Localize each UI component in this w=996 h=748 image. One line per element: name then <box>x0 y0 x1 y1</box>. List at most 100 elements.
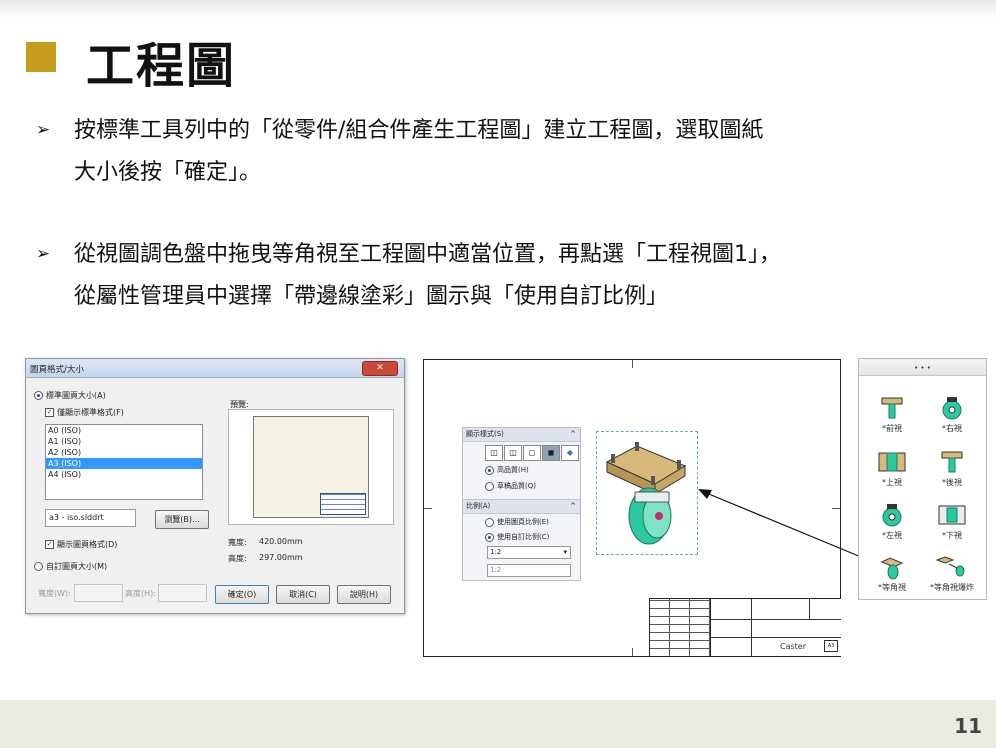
view-label: *左視 <box>882 531 902 540</box>
view-palette: • • • *前視 *右視 *上視 *後視 *左視 *下視 *等角視 *等角視爆… <box>858 358 987 600</box>
left-view-icon <box>882 504 902 527</box>
top-gradient-band <box>0 0 996 18</box>
title-block-main <box>710 599 841 656</box>
view-left[interactable]: *左視 <box>862 502 922 541</box>
bullet-1-line-1: 按標準工具列中的「從零件/組合件產生工程圖」建立工程圖，選取圖紙 <box>74 118 764 143</box>
title-block-part-name: Caster <box>779 642 806 651</box>
width-label: 寬度: <box>228 538 247 547</box>
only-standard-label: 僅顯示標準格式(F) <box>57 408 124 417</box>
view-label: *右視 <box>942 424 962 433</box>
draft-quality-option[interactable]: 草稿品質(Q) <box>485 481 536 491</box>
caster-isometric-icon <box>605 442 687 545</box>
radio-icon <box>485 465 494 475</box>
sheet-size-list[interactable]: A0 (ISO) A1 (ISO) A2 (ISO) A3 (ISO) A4 (… <box>45 424 203 500</box>
close-icon[interactable]: ✕ <box>362 361 398 376</box>
scale-field[interactable]: 1:2 <box>487 564 571 577</box>
browse-button[interactable]: 瀏覽(B)... <box>155 510 209 529</box>
display-style-header[interactable]: 顯示樣式(S) ^ <box>463 428 580 442</box>
standard-size-option[interactable]: 標準圖頁大小(A) <box>34 390 106 401</box>
title-accent-square <box>26 42 56 72</box>
radio-icon <box>485 481 494 491</box>
list-item[interactable]: A2 (ISO) <box>46 447 202 458</box>
width-value: 420.00mm <box>259 537 303 546</box>
scale-title: 比例(A) <box>466 502 491 510</box>
bullet-arrow-icon: ➢ <box>36 244 51 264</box>
use-sheet-scale-option[interactable]: 使用圖頁比例(E) <box>485 517 549 527</box>
only-standard-checkbox[interactable]: ✓ 僅顯示標準格式(F) <box>45 407 124 418</box>
custom-size-option[interactable]: 自訂圖頁大小(M) <box>34 561 107 572</box>
height-value: 297.00mm <box>259 553 303 562</box>
front-view-icon <box>881 397 903 419</box>
page-number: 11 <box>954 714 982 738</box>
list-item[interactable]: A1 (ISO) <box>46 436 202 447</box>
sheet-zone-tick <box>424 508 432 509</box>
use-custom-scale-option[interactable]: 使用自訂比例(C) <box>485 532 549 542</box>
wireframe-style-icon[interactable]: ◫ <box>485 445 503 461</box>
exploded-view-icon <box>935 556 965 577</box>
sheet-zone-tick <box>632 648 633 656</box>
chevron-up-icon[interactable]: ^ <box>570 428 576 441</box>
scale-select[interactable]: 1:2 ▾ <box>487 546 571 559</box>
custom-height-label: 高度(H): <box>125 589 156 598</box>
view-label: *等角視爆炸 <box>930 583 974 592</box>
show-format-checkbox[interactable]: ✓ 顯示圖頁格式(D) <box>45 539 117 550</box>
shaded-with-edges-icon[interactable]: ◼ <box>542 445 560 461</box>
chevron-up-icon[interactable]: ^ <box>570 500 576 513</box>
view-label: *上視 <box>882 478 902 487</box>
view-label: *下視 <box>942 531 962 540</box>
bullet-1: 按標準工具列中的「從零件/組合件產生工程圖」建立工程圖，選取圖紙 大小後按「確定… <box>74 110 974 194</box>
checkmark-icon: ✓ <box>45 408 54 417</box>
bullet-2: 從視圖調色盤中拖曳等角視至工程圖中適當位置，再點選「工程視圖1」， 從屬性管理員… <box>74 234 974 318</box>
view-back[interactable]: *後視 <box>922 449 982 488</box>
sheet-preview <box>228 409 394 525</box>
high-quality-option[interactable]: 高品質(H) <box>485 465 529 475</box>
display-style-title: 顯示樣式(S) <box>466 430 504 438</box>
help-button[interactable]: 說明(H) <box>337 585 391 604</box>
cancel-button[interactable]: 取消(C) <box>276 585 330 604</box>
view-top[interactable]: *上視 <box>862 449 922 488</box>
back-view-icon <box>941 451 963 473</box>
scale-header[interactable]: 比例(A) ^ <box>463 499 580 514</box>
preview-title-block <box>320 493 366 515</box>
bullet-2-line-1: 從視圖調色盤中拖曳等角視至工程圖中適當位置，再點選「工程視圖1」， <box>74 242 781 267</box>
palette-header: • • • <box>859 359 986 376</box>
custom-width-field[interactable] <box>74 584 123 602</box>
shaded-icon[interactable]: ◆ <box>561 445 579 461</box>
dialog-title: 圖頁格式/大小 <box>30 365 84 375</box>
draft-quality-label: 草稿品質(Q) <box>497 482 536 490</box>
bottom-view-icon <box>938 505 966 525</box>
title-block-size: A3 <box>824 640 838 652</box>
view-label: *等角視 <box>878 583 906 592</box>
custom-width-label: 寬度(W): <box>38 589 71 598</box>
view-label: *前視 <box>882 424 902 433</box>
radio-icon <box>34 562 43 571</box>
view-label: *後視 <box>942 478 962 487</box>
view-isometric-exploded[interactable]: *等角視爆炸 <box>922 554 982 593</box>
view-bottom[interactable]: *下視 <box>922 502 982 541</box>
checkmark-icon: ✓ <box>45 540 54 549</box>
hidden-lines-visible-icon[interactable]: ◫ <box>504 445 522 461</box>
list-item[interactable]: A0 (ISO) <box>46 425 202 436</box>
bullet-arrow-icon: ➢ <box>36 120 51 140</box>
high-quality-label: 高品質(H) <box>497 466 529 474</box>
standard-size-label: 標準圖頁大小(A) <box>46 391 106 400</box>
view-isometric[interactable]: *等角視 <box>862 554 922 593</box>
list-item-selected[interactable]: A3 (ISO) <box>46 458 202 469</box>
top-view-icon <box>878 452 906 472</box>
format-file-field[interactable]: a3 - iso.slddrt <box>45 509 136 527</box>
hidden-lines-removed-icon[interactable]: ◻ <box>523 445 541 461</box>
sheet-format-dialog: 圖頁格式/大小 ✕ 標準圖頁大小(A) ✓ 僅顯示標準格式(F) A0 (ISO)… <box>25 358 405 614</box>
slide-title: 工程圖 <box>86 38 237 94</box>
list-item[interactable]: A4 (ISO) <box>46 469 202 480</box>
drawing-view-1[interactable] <box>596 431 698 555</box>
view-right[interactable]: *右視 <box>922 395 982 434</box>
radio-icon <box>485 532 494 542</box>
view-front[interactable]: *前視 <box>862 395 922 434</box>
ok-button[interactable]: 確定(O) <box>215 585 269 604</box>
custom-height-field[interactable] <box>158 584 207 602</box>
right-view-icon <box>942 397 962 420</box>
radio-icon <box>34 391 43 400</box>
sheet-zone-tick <box>632 360 633 368</box>
footer-band: 11 <box>0 700 996 748</box>
custom-size-label: 自訂圖頁大小(M) <box>46 562 108 571</box>
